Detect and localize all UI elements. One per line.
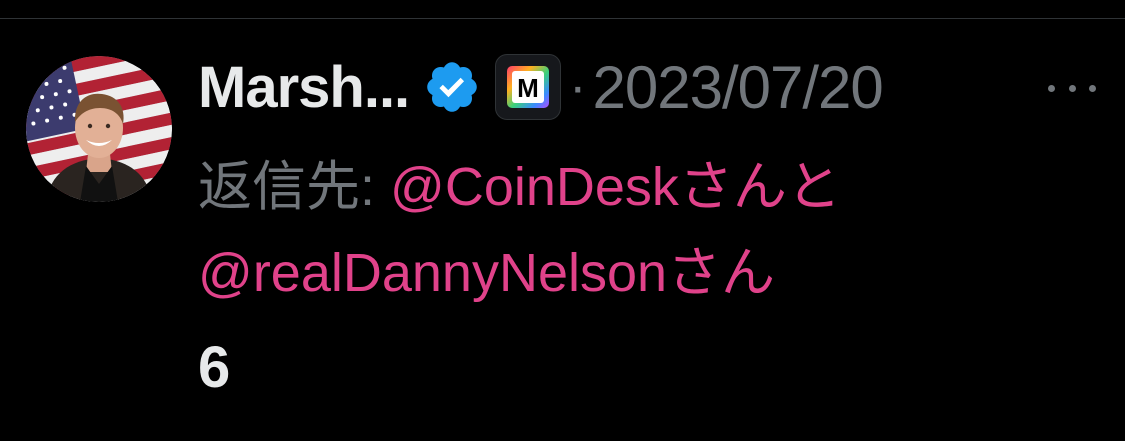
mention-suffix: さんと [678,157,841,217]
tweet-text: 6 [198,335,231,400]
avatar-image [26,56,172,202]
replying-to-label: 返信先: [198,157,376,217]
mention-suffix: さん [667,243,776,303]
verified-badge-icon[interactable] [423,58,481,116]
timestamp[interactable]: 2023/07/20 [593,53,884,122]
replying-to-line: 返信先: @CoinDeskさんと [198,142,841,221]
display-name[interactable]: Marsh... [198,54,410,121]
divider [0,18,1125,19]
affiliate-badge-letter: M [517,73,539,103]
tweet-reply-frame: Marsh... M · 2023/07/20 返信先: @CoinDeskさん… [0,0,1125,441]
dot [1048,84,1055,92]
affiliate-badge-icon[interactable]: M [495,54,562,120]
separator-dot: · [569,58,587,116]
replying-to-line-2: @realDannyNelsonさん [198,228,775,307]
dot [1068,84,1076,92]
dot [1089,84,1096,92]
mention-link-realdannynelson[interactable]: @realDannyNelson [198,243,667,303]
mention-link-coindesk[interactable]: @CoinDesk [390,157,679,217]
tweet-header: Marsh... M · 2023/07/20 [198,52,884,122]
more-options-icon[interactable] [1048,78,1096,98]
avatar[interactable] [26,56,172,202]
